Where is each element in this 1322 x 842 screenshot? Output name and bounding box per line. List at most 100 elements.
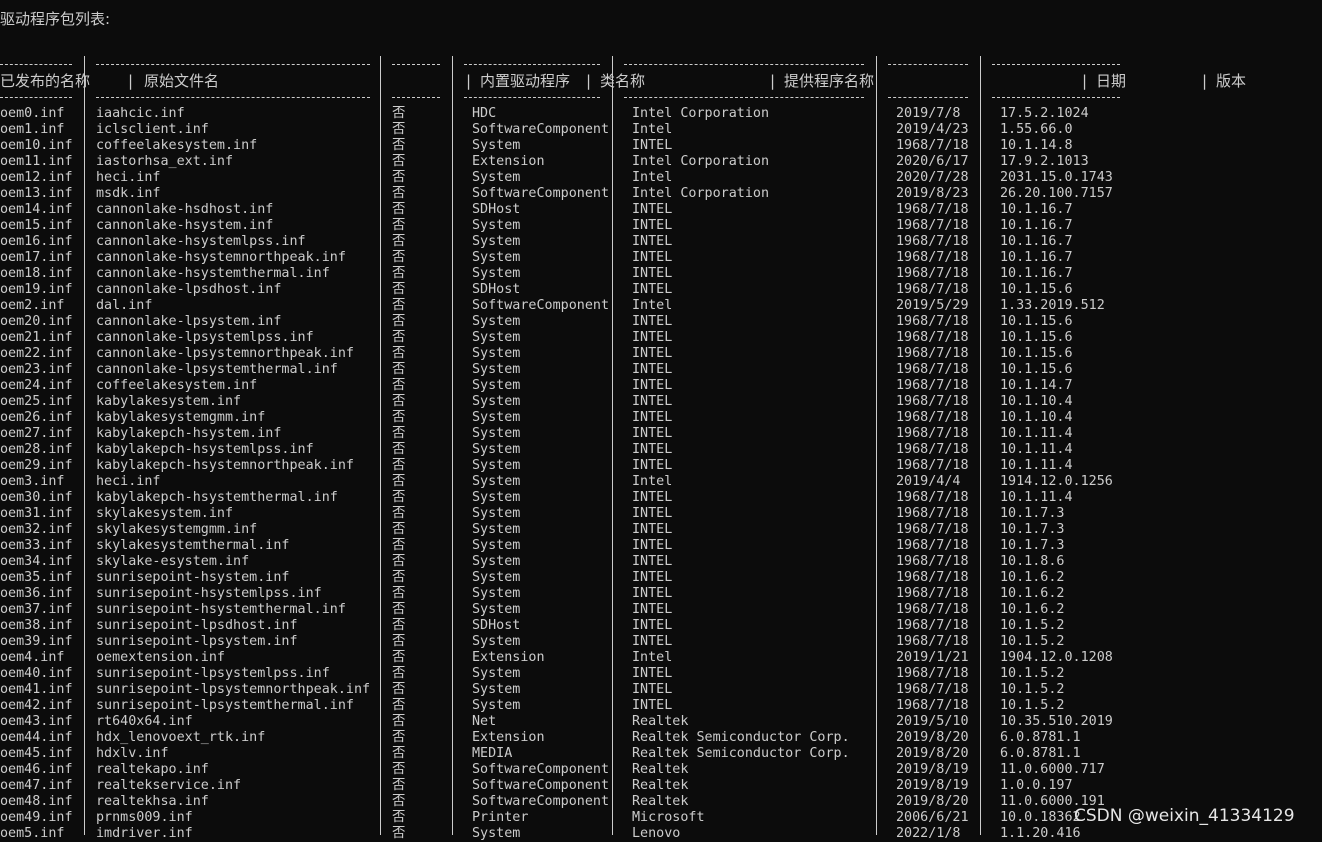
cell-date: 2019/5/29 xyxy=(896,298,969,313)
cell-published-name: oem43.inf xyxy=(0,714,73,729)
cell-date: 2019/1/21 xyxy=(896,650,969,665)
cell-provider: INTEL xyxy=(632,218,673,233)
cell-class-name: HDC xyxy=(472,106,497,121)
cell-inbox: 否 xyxy=(392,650,406,665)
cell-provider: INTEL xyxy=(632,266,673,281)
cell-version: 10.1.6.2 xyxy=(1000,586,1065,601)
cell-date: 2022/1/8 xyxy=(896,826,961,841)
cell-version: 10.1.6.2 xyxy=(1000,570,1065,585)
cell-inbox: 否 xyxy=(392,138,406,153)
cell-class-name: SoftwareComponent xyxy=(472,778,610,793)
cell-original-file: sunrisepoint-lpsystemthermal.inf xyxy=(96,698,354,713)
cell-date: 1968/7/18 xyxy=(896,522,969,537)
cell-original-file: msdk.inf xyxy=(96,186,161,201)
cell-published-name: oem39.inf xyxy=(0,634,73,649)
cell-class-name: System xyxy=(472,266,521,281)
cell-version: 6.0.8781.1 xyxy=(1000,746,1081,761)
header-top-rule xyxy=(392,64,440,66)
cell-published-name: oem14.inf xyxy=(0,202,73,217)
header-pipe: | xyxy=(770,72,776,90)
cell-inbox: 否 xyxy=(392,394,406,409)
cell-class-name: System xyxy=(472,602,521,617)
cell-provider: Intel Corporation xyxy=(632,186,770,201)
header-version: 版本 xyxy=(1216,72,1247,90)
cell-version: 1914.12.0.1256 xyxy=(1000,474,1113,489)
cell-provider: INTEL xyxy=(632,138,673,153)
cell-class-name: System xyxy=(472,634,521,649)
header-class-name: 类名称 xyxy=(600,72,646,90)
cell-inbox: 否 xyxy=(392,218,406,233)
cell-version: 10.1.16.7 xyxy=(1000,266,1073,281)
cell-published-name: oem23.inf xyxy=(0,362,73,377)
cell-inbox: 否 xyxy=(392,266,406,281)
cell-version: 10.1.15.6 xyxy=(1000,362,1073,377)
cell-inbox: 否 xyxy=(392,186,406,201)
cell-class-name: System xyxy=(472,490,521,505)
cell-version: 10.1.7.3 xyxy=(1000,522,1065,537)
cell-inbox: 否 xyxy=(392,682,406,697)
cell-original-file: skylakesystemgmm.inf xyxy=(96,522,258,537)
cell-published-name: oem27.inf xyxy=(0,426,73,441)
cell-provider: INTEL xyxy=(632,362,673,377)
header-bottom-rule xyxy=(96,97,370,99)
cell-class-name: System xyxy=(472,586,521,601)
cell-version: 10.1.16.7 xyxy=(1000,202,1073,217)
column-separator xyxy=(380,56,381,835)
cell-published-name: oem11.inf xyxy=(0,154,73,169)
cell-original-file: iaahcic.inf xyxy=(96,106,185,121)
cell-version: 10.1.11.4 xyxy=(1000,458,1073,473)
cell-provider: INTEL xyxy=(632,682,673,697)
cell-date: 1968/7/18 xyxy=(896,314,969,329)
cell-inbox: 否 xyxy=(392,698,406,713)
console-window[interactable]: 驱动程序包列表: 已发布的名称 原始文件名 内置驱动程序 类名称 提供程序名称 … xyxy=(0,0,1322,841)
cell-inbox: 否 xyxy=(392,490,406,505)
cell-original-file: skylakesystem.inf xyxy=(96,506,234,521)
column-separator xyxy=(876,56,877,835)
header-bottom-rule xyxy=(624,97,864,99)
cell-published-name: oem41.inf xyxy=(0,682,73,697)
cell-published-name: oem22.inf xyxy=(0,346,73,361)
cell-version: 10.1.11.4 xyxy=(1000,490,1073,505)
cell-original-file: kabylakepch-hsystemthermal.inf xyxy=(96,490,338,505)
cell-original-file: hdxlv.inf xyxy=(96,746,169,761)
cell-original-file: cannonlake-hsystemnorthpeak.inf xyxy=(96,250,346,265)
cell-date: 1968/7/18 xyxy=(896,202,969,217)
cell-date: 2019/8/19 xyxy=(896,778,969,793)
cell-date: 2019/8/20 xyxy=(896,730,969,745)
cell-version: 10.1.5.2 xyxy=(1000,682,1065,697)
page-title: 驱动程序包列表: xyxy=(0,10,111,28)
cell-provider: Intel xyxy=(632,650,673,665)
cell-version: 10.1.15.6 xyxy=(1000,314,1073,329)
cell-published-name: oem3.inf xyxy=(0,474,65,489)
cell-inbox: 否 xyxy=(392,554,406,569)
cell-published-name: oem37.inf xyxy=(0,602,73,617)
cell-published-name: oem2.inf xyxy=(0,298,65,313)
cell-published-name: oem16.inf xyxy=(0,234,73,249)
cell-class-name: Extension xyxy=(472,154,545,169)
cell-provider: Intel Corporation xyxy=(632,154,770,169)
cell-original-file: kabylakepch-hsystemlpss.inf xyxy=(96,442,314,457)
cell-published-name: oem32.inf xyxy=(0,522,73,537)
cell-version: 10.1.16.7 xyxy=(1000,218,1073,233)
cell-provider: INTEL xyxy=(632,602,673,617)
cell-published-name: oem19.inf xyxy=(0,282,73,297)
cell-published-name: oem49.inf xyxy=(0,810,73,825)
cell-inbox: 否 xyxy=(392,522,406,537)
cell-class-name: System xyxy=(472,218,521,233)
cell-original-file: kabylakepch-hsystem.inf xyxy=(96,426,282,441)
cell-inbox: 否 xyxy=(392,106,406,121)
cell-inbox: 否 xyxy=(392,810,406,825)
cell-provider: INTEL xyxy=(632,490,673,505)
cell-original-file: hdx_lenovoext_rtk.inf xyxy=(96,730,266,745)
cell-inbox: 否 xyxy=(392,666,406,681)
cell-version: 10.1.14.8 xyxy=(1000,138,1073,153)
cell-published-name: oem40.inf xyxy=(0,666,73,681)
cell-inbox: 否 xyxy=(392,170,406,185)
cell-version: 10.1.11.4 xyxy=(1000,426,1073,441)
cell-class-name: Net xyxy=(472,714,497,729)
cell-original-file: realtekservice.inf xyxy=(96,778,242,793)
header-bottom-rule xyxy=(392,97,440,99)
cell-original-file: cannonlake-lpsystemthermal.inf xyxy=(96,362,338,377)
cell-class-name: System xyxy=(472,570,521,585)
cell-inbox: 否 xyxy=(392,330,406,345)
